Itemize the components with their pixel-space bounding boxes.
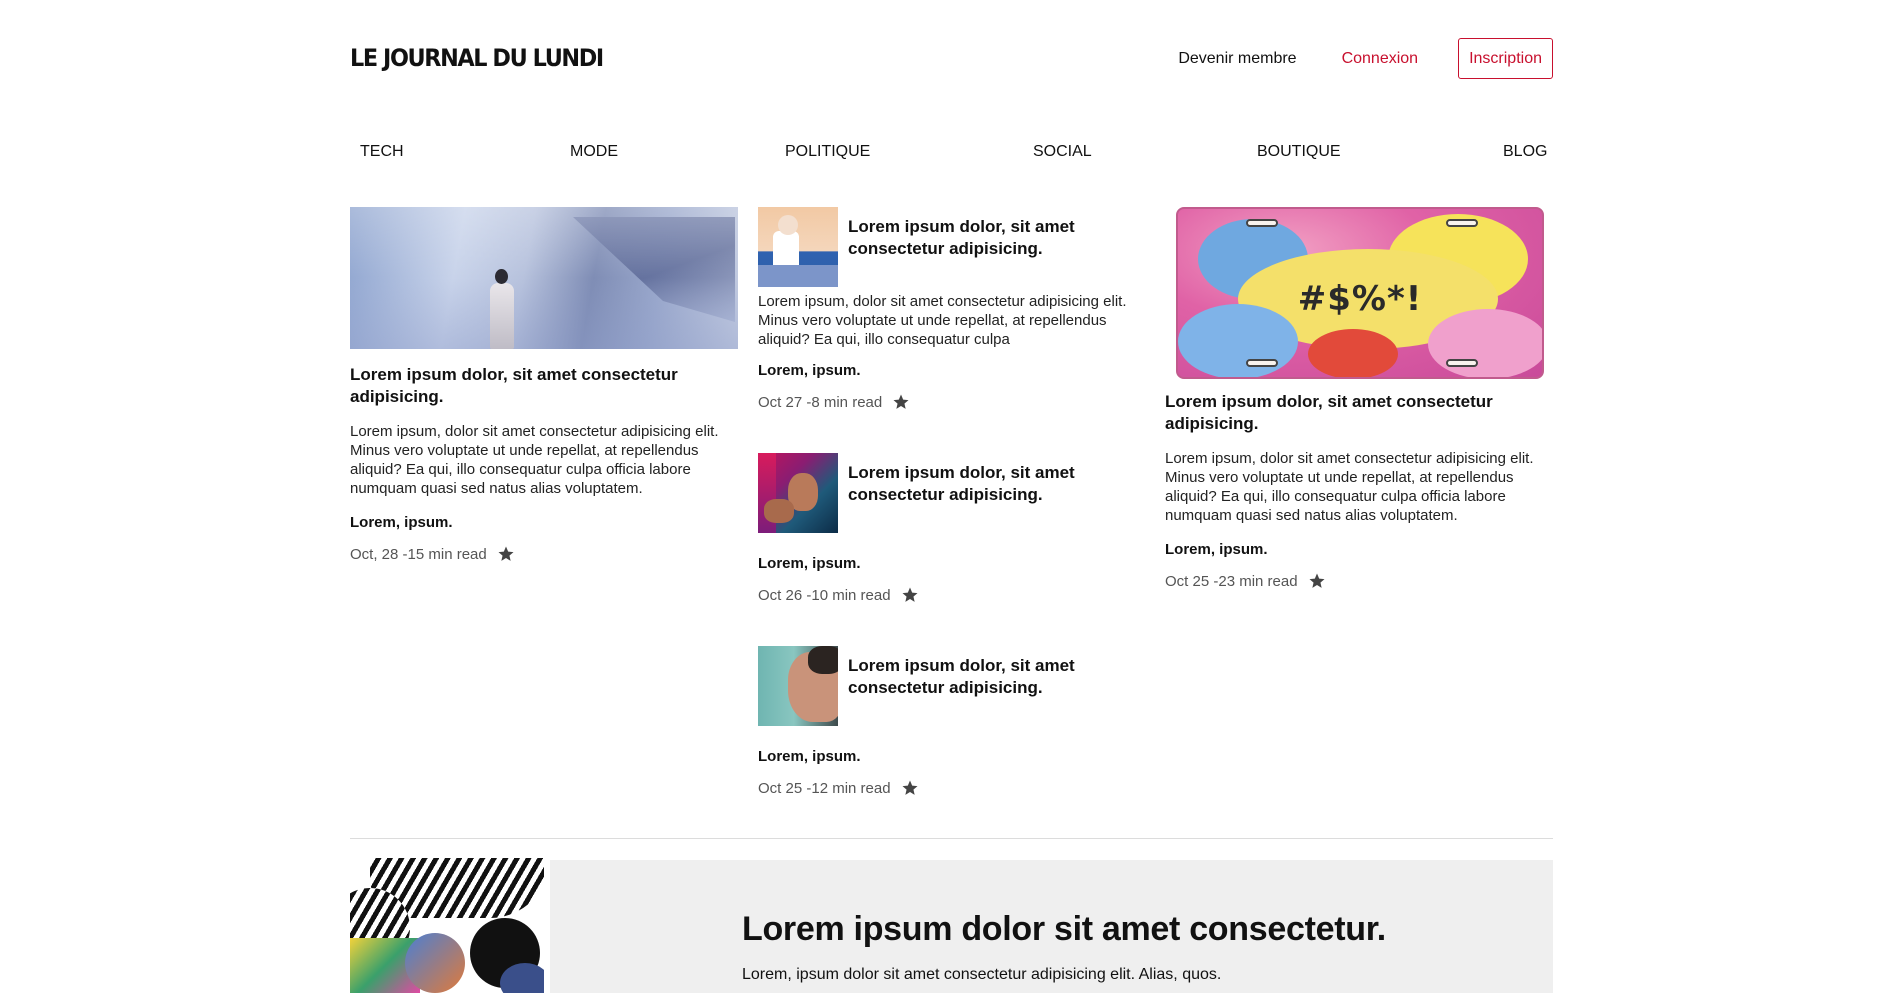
article-thumbnail[interactable] [758,207,838,287]
nav-item-blog[interactable]: BLOG [1503,143,1547,161]
article-meta: Oct 25 -23 min read [1165,572,1545,590]
article-title[interactable]: Lorem ipsum dolor, sit amet consectetur … [1165,391,1545,435]
featured-article-left[interactable]: Lorem ipsum dolor, sit amet consectetur … [350,207,738,563]
article-date-readtime: Oct 25 -12 min read [758,779,891,797]
article-title[interactable]: Lorem ipsum dolor, sit amet consectetur … [848,216,1130,260]
signup-button[interactable]: Inscription [1458,38,1553,79]
article-excerpt: Lorem ipsum, dolor sit amet consectetur … [758,293,1127,348]
promo-banner: Lorem ipsum dolor sit amet consectetur. … [550,860,1553,993]
article-thumbnail[interactable] [758,646,838,726]
nav-item-boutique[interactable]: BOUTIQUE [1257,143,1341,161]
article-title[interactable]: Lorem ipsum dolor, sit amet consectetur … [848,462,1130,506]
article-meta: Oct 26 -10 min read [758,586,1130,604]
article-author: Lorem, ipsum. [1165,541,1268,558]
article-date-readtime: Oct 26 -10 min read [758,586,891,604]
article-author: Lorem, ipsum. [758,362,861,379]
site-logo[interactable]: LE JOURNAL DU LUNDI [350,44,604,72]
article-list-middle: Lorem ipsum dolor, sit amet consectetur … [758,207,1130,797]
image-plate-text: #$%*! [1297,279,1423,319]
site-header: LE JOURNAL DU LUNDI Devenir membre Conne… [350,38,1553,82]
image-person [490,269,514,349]
nav-item-politique[interactable]: POLITIQUE [785,143,870,161]
article-meta: Oct, 28 -15 min read [350,545,738,563]
article-author: Lorem, ipsum. [350,514,453,531]
list-item[interactable]: Lorem ipsum dolor, sit amet consectetur … [758,453,1130,604]
star-icon[interactable] [901,586,919,604]
featured-article-right[interactable]: #$%*! Lorem ipsum dolor, sit amet consec… [1165,207,1545,590]
article-thumbnail[interactable] [758,453,838,533]
nav-item-social[interactable]: SOCIAL [1033,143,1092,161]
header-actions: Devenir membre Connexion Inscription [1178,38,1553,79]
star-icon[interactable] [901,779,919,797]
article-meta: Oct 25 -12 min read [758,779,1130,797]
article-meta: Oct 27 -8 min read [758,393,1130,411]
become-member-link[interactable]: Devenir membre [1178,50,1296,68]
main-nav: TECH MODE POLITIQUE SOCIAL BOUTIQUE BLOG [350,143,1553,165]
article-author: Lorem, ipsum. [758,748,861,765]
login-link[interactable]: Connexion [1342,50,1419,68]
article-title[interactable]: Lorem ipsum dolor, sit amet consectetur … [848,655,1130,699]
list-item[interactable]: Lorem ipsum dolor, sit amet consectetur … [758,646,1130,797]
nav-item-tech[interactable]: TECH [360,143,404,161]
article-image[interactable] [350,207,738,349]
list-item[interactable]: Lorem ipsum dolor, sit amet consectetur … [758,207,1130,411]
article-date-readtime: Oct 27 -8 min read [758,393,883,411]
star-icon[interactable] [497,545,515,563]
article-date-readtime: Oct 25 -23 min read [1165,572,1298,590]
article-image[interactable]: #$%*! [1176,207,1544,379]
star-icon[interactable] [892,393,910,411]
banner-subtitle: Lorem, ipsum dolor sit amet consectetur … [742,966,1222,983]
banner-image [350,858,544,993]
image-mist [350,207,738,349]
article-excerpt: Lorem ipsum, dolor sit amet consectetur … [350,423,719,497]
banner-title: Lorem ipsum dolor sit amet consectetur. [742,910,1386,948]
section-divider [350,838,1553,839]
nav-item-mode[interactable]: MODE [570,143,618,161]
star-icon[interactable] [1308,572,1326,590]
article-author: Lorem, ipsum. [758,555,861,572]
article-date-readtime: Oct, 28 -15 min read [350,545,487,563]
article-excerpt: Lorem ipsum, dolor sit amet consectetur … [1165,450,1534,524]
article-title[interactable]: Lorem ipsum dolor, sit amet consectetur … [350,364,738,408]
